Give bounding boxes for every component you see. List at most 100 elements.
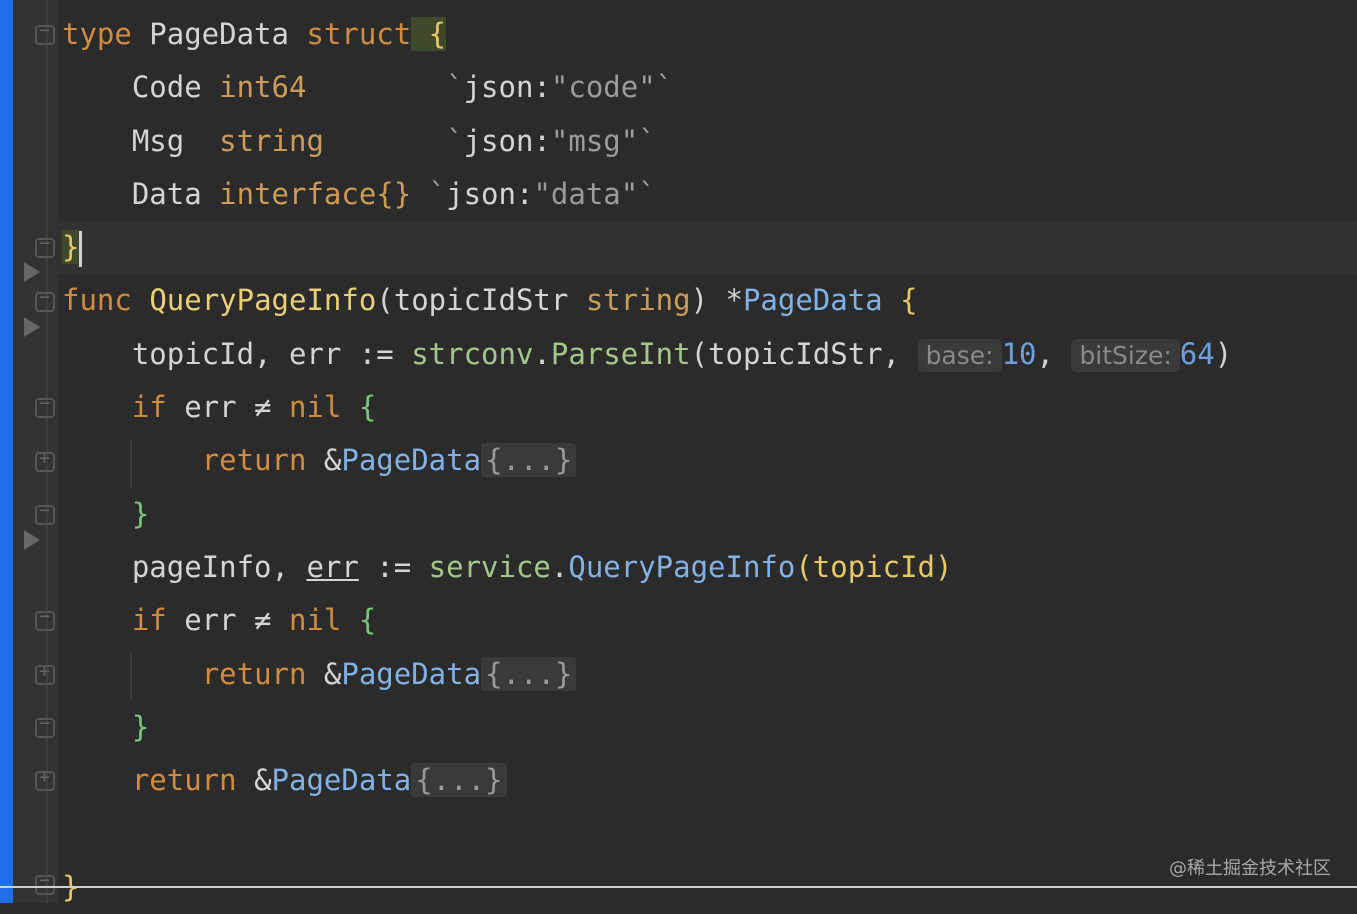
tag-key: json:	[463, 70, 551, 105]
code-line[interactable]: Data interface{} `json:"data"`	[62, 168, 1357, 221]
brace: {	[411, 17, 447, 51]
function-name: QueryPageInfo	[149, 283, 377, 318]
type-name: PageData	[131, 17, 307, 51]
code-line[interactable]: pageInfo, err := service.QueryPageInfo(t…	[62, 541, 1357, 594]
tag-value: "data"	[533, 176, 639, 211]
brace: }	[62, 230, 80, 265]
folded-region[interactable]: {...}	[481, 443, 577, 478]
ampersand: &	[306, 443, 342, 478]
code-line[interactable]: }	[62, 701, 1357, 754]
fold-minus-icon[interactable]	[35, 393, 55, 418]
code-line[interactable]: return &PageData {...}	[62, 648, 1357, 701]
active-editor-indicator	[0, 0, 13, 903]
param-type: string	[585, 283, 691, 318]
code-line[interactable]: Msg string `json:"msg"`	[62, 115, 1357, 168]
run-gutter-icon[interactable]	[24, 317, 40, 337]
tag-value: "msg"	[550, 123, 639, 158]
field-name: Code	[62, 70, 220, 105]
field-name: Msg	[62, 123, 220, 158]
folded-region[interactable]: {...}	[481, 656, 577, 691]
folded-region[interactable]: {...}	[411, 763, 507, 798]
param-hint: bitSize:	[1071, 338, 1180, 372]
ampersand: &	[306, 656, 342, 691]
code-line[interactable]: return &PageData {...}	[62, 434, 1357, 487]
args: (topicId)	[795, 549, 953, 584]
fold-plus-icon[interactable]	[35, 767, 55, 791]
keyword-struct: struct	[306, 17, 412, 51]
field-type: int64	[219, 70, 307, 105]
param: (topicIdStr	[376, 283, 586, 318]
tag-key: json:	[446, 176, 534, 211]
code-line[interactable]: if err ≠ nil {	[62, 381, 1357, 434]
run-gutter-icon[interactable]	[24, 530, 40, 550]
code-line[interactable]: topicId, err := strconv.ParseInt(topicId…	[62, 328, 1357, 381]
fold-minus-icon[interactable]	[35, 287, 55, 312]
code-line-current[interactable]: }	[58, 221, 1357, 275]
brace: {	[882, 283, 918, 318]
code-area[interactable]: type PageData struct { Code int64 `json:…	[58, 8, 1357, 914]
keyword-nil: nil	[288, 603, 342, 638]
paren: )	[1214, 336, 1233, 371]
tag-value: "code"	[550, 70, 656, 105]
tag-delim: `	[638, 123, 656, 158]
tag-delim: `	[323, 123, 464, 158]
keyword-return: return	[201, 656, 307, 691]
code-line[interactable]: type PageData struct {	[62, 8, 1357, 61]
param-hint: base:	[917, 338, 1002, 372]
fold-minus-icon[interactable]	[35, 20, 55, 45]
fold-minus-icon[interactable]	[35, 233, 55, 258]
type-ref: PageData	[341, 656, 482, 691]
number: 64	[1179, 336, 1215, 371]
assign-op: :=	[358, 549, 429, 584]
field-type: string	[219, 123, 324, 158]
return-ptr: ) *	[690, 283, 743, 318]
keyword-func: func	[62, 283, 150, 318]
fold-minus-icon[interactable]	[35, 606, 55, 631]
fold-minus-icon[interactable]	[35, 713, 55, 738]
number: 10	[1001, 336, 1037, 371]
code-line[interactable]: return &PageData {...}	[62, 754, 1357, 807]
keyword-type: type	[62, 17, 132, 51]
tag-delim: `	[306, 70, 464, 105]
code-line[interactable]: if err ≠ nil {	[62, 594, 1357, 647]
run-gutter-icon[interactable]	[24, 262, 40, 282]
fold-plus-icon[interactable]	[35, 448, 55, 472]
watermark-text: @稀土掘金技术社区	[1169, 858, 1331, 879]
tag-delim: `	[411, 176, 447, 211]
code-line-empty[interactable]	[62, 807, 1357, 860]
fold-plus-icon[interactable]	[35, 661, 55, 685]
comma: ,	[1036, 336, 1072, 371]
code-line[interactable]: }	[62, 488, 1357, 541]
assignment: topicId, err :=	[62, 336, 412, 371]
code-line[interactable]: Code int64 `json:"code"`	[62, 61, 1357, 114]
code-line[interactable]: func QueryPageInfo(topicIdStr string) *P…	[62, 274, 1357, 327]
type-ref: PageData	[341, 443, 482, 478]
fold-minus-icon[interactable]	[35, 500, 55, 525]
field-name: Data	[62, 176, 220, 211]
package-name: strconv	[411, 336, 534, 371]
brace: }	[62, 709, 150, 744]
ampersand: &	[236, 763, 272, 798]
fold-minus-icon[interactable]	[35, 870, 55, 895]
call-name: QueryPageInfo	[568, 549, 796, 584]
var-err: err	[306, 549, 359, 584]
condition: err ≠	[166, 603, 289, 638]
tag-delim: `	[638, 176, 656, 211]
type-ref: PageData	[271, 763, 412, 798]
brace: {	[341, 390, 377, 425]
brace: }	[62, 496, 150, 531]
keyword-return: return	[201, 443, 307, 478]
dot: .	[550, 549, 569, 584]
assignment: pageInfo,	[62, 549, 307, 584]
text-caret	[79, 231, 83, 268]
brace: {	[341, 603, 377, 638]
keyword-if: if	[131, 603, 167, 638]
return-type: PageData	[742, 283, 883, 318]
dot: .	[533, 336, 551, 371]
args: (topicIdStr,	[690, 336, 918, 371]
